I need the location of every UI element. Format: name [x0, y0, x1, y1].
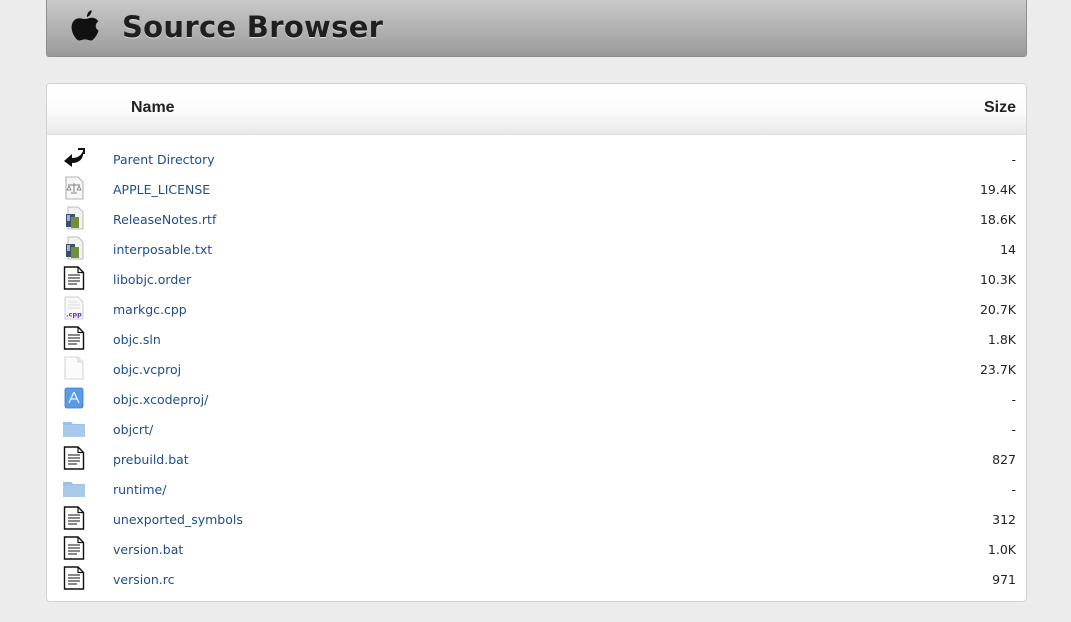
file-size: - [1011, 152, 1016, 167]
table-header: Name Size [47, 84, 1026, 135]
file-link[interactable]: libobjc.order [113, 272, 191, 287]
table-row: ReleaseNotes.rtf 18.6K [47, 204, 1026, 234]
table-row: prebuild.bat 827 [47, 444, 1026, 474]
file-table: Name Size Parent Directory - APPLE_LICEN… [46, 83, 1027, 602]
cpp-badge: .cpp [66, 311, 82, 319]
file-size: - [1011, 392, 1016, 407]
text-file-icon[interactable] [63, 446, 85, 470]
file-link[interactable]: objc.sln [113, 332, 161, 347]
file-size: 23.7K [979, 362, 1016, 377]
file-size: 971 [992, 572, 1016, 587]
file-size: 20.7K [979, 302, 1016, 317]
file-size: 1.8K [987, 332, 1016, 347]
file-size: 14 [1000, 242, 1016, 257]
file-link[interactable]: Parent Directory [113, 152, 215, 167]
file-link[interactable]: objc.xcodeproj/ [113, 392, 208, 407]
table-row: objc.xcodeproj/ - [47, 384, 1026, 414]
file-size: 18.6K [979, 212, 1016, 227]
table-row: unexported_symbols 312 [47, 504, 1026, 534]
file-link[interactable]: ReleaseNotes.rtf [113, 212, 216, 227]
file-link[interactable]: prebuild.bat [113, 452, 189, 467]
file-link[interactable]: version.rc [113, 572, 175, 587]
rtf-icon[interactable] [63, 206, 85, 230]
table-row: version.bat 1.0K [47, 534, 1026, 564]
text-file-icon[interactable] [63, 326, 85, 350]
cpp-file-icon[interactable]: .cpp [63, 296, 85, 320]
text-file-icon[interactable] [63, 266, 85, 290]
file-link[interactable]: objc.vcproj [113, 362, 181, 377]
text-file-icon[interactable] [63, 566, 85, 590]
table-row: Parent Directory - [47, 144, 1026, 174]
table-row: .cpp markgc.cpp 20.7K [47, 294, 1026, 324]
table-row: objcrt/ - [47, 414, 1026, 444]
table-row: APPLE_LICENSE 19.4K [47, 174, 1026, 204]
file-size: 312 [992, 512, 1016, 527]
file-size: 827 [992, 452, 1016, 467]
table-row: libobjc.order 10.3K [47, 264, 1026, 294]
file-link[interactable]: version.bat [113, 542, 183, 557]
back-arrow-icon[interactable] [63, 146, 85, 170]
file-size: 1.0K [987, 542, 1016, 557]
xcode-project-icon[interactable] [63, 386, 85, 410]
file-link[interactable]: objcrt/ [113, 422, 153, 437]
file-size: - [1011, 422, 1016, 437]
file-list: Parent Directory - APPLE_LICENSE 19.4K R… [47, 144, 1026, 594]
header-bar: Source Browser [46, 0, 1027, 57]
table-row: objc.sln 1.8K [47, 324, 1026, 354]
file-link[interactable]: APPLE_LICENSE [113, 182, 210, 197]
file-link[interactable]: markgc.cpp [113, 302, 187, 317]
table-row: objc.vcproj 23.7K [47, 354, 1026, 384]
license-icon[interactable] [63, 176, 85, 200]
size-column-header[interactable]: Size [984, 99, 1016, 117]
blank-file-icon[interactable] [63, 356, 85, 380]
file-link[interactable]: interposable.txt [113, 242, 212, 257]
file-size: 19.4K [979, 182, 1016, 197]
table-row: interposable.txt 14 [47, 234, 1026, 264]
file-size: 10.3K [979, 272, 1016, 287]
text-file-icon[interactable] [63, 506, 85, 530]
apple-logo-icon [71, 10, 99, 41]
folder-icon[interactable] [63, 416, 85, 440]
rtf-icon[interactable] [63, 236, 85, 260]
folder-icon[interactable] [63, 476, 85, 500]
table-row: version.rc 971 [47, 564, 1026, 594]
text-file-icon[interactable] [63, 536, 85, 560]
name-column-header[interactable]: Name [131, 99, 175, 117]
file-link[interactable]: unexported_symbols [113, 512, 243, 527]
file-link[interactable]: runtime/ [113, 482, 166, 497]
file-size: - [1011, 482, 1016, 497]
page-title: Source Browser [122, 10, 384, 44]
table-row: runtime/ - [47, 474, 1026, 504]
